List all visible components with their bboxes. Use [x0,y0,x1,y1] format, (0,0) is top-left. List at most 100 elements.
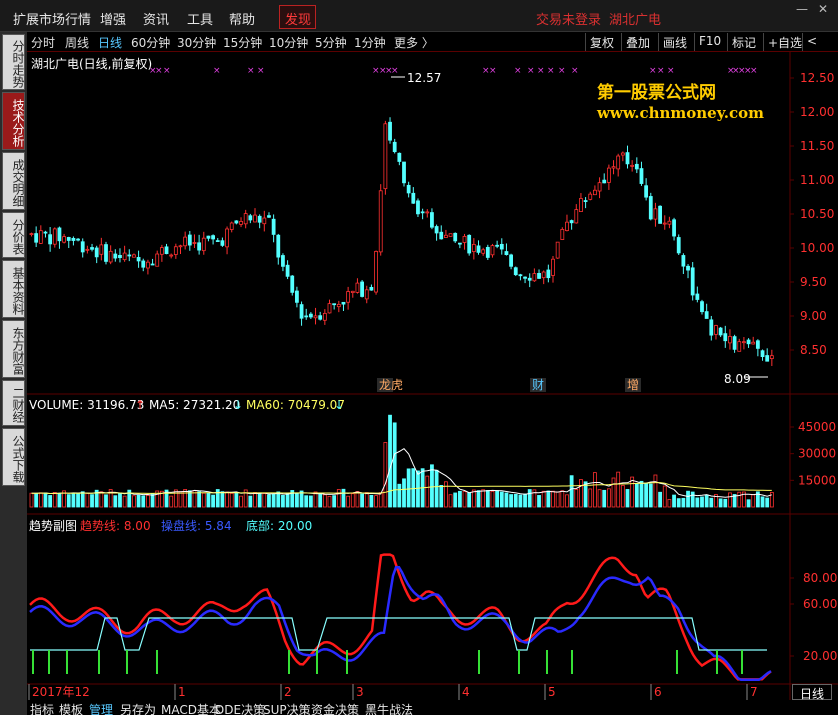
price-tick-label: 10.50 [800,207,834,221]
candle-down [318,315,323,320]
candle-down [648,196,653,220]
candle-down [453,232,458,242]
menu-item-news[interactable]: 资讯 [143,9,169,28]
candle-up [29,233,34,236]
candle-down [439,231,444,240]
side-tab-trades[interactable]: 成交明细 [2,152,25,210]
candle-up [653,208,658,220]
tab-template[interactable]: 模板 [59,701,83,715]
volume-bar-down [430,464,434,508]
menu-item-discover[interactable]: 发现 [285,9,311,28]
period-5min[interactable]: 5分钟 [315,34,347,51]
volume-bar-up [38,492,43,508]
volume-bar-down [90,494,94,508]
volume-tick-label: 45000 [798,420,836,434]
volume-bar-up [574,488,579,508]
candle-down [686,265,690,271]
side-tab-eastmoney[interactable]: 东方财富 [2,320,25,378]
candle-up [374,250,378,293]
candle-up [751,341,756,345]
collapse-button[interactable]: < [802,33,821,51]
adjust-button[interactable]: 复权 [585,33,618,51]
period-more[interactable]: 更多 〉 [394,34,434,51]
candle-down [434,226,439,234]
period-weekly[interactable]: 周线 [65,34,89,51]
side-tab-finance[interactable]: 二财经 [2,380,25,426]
volume-bar-up [336,489,341,508]
candle-up [52,228,57,245]
candle-up [588,193,593,200]
chart-title: 湖北广电(日线,前复权) [31,57,153,71]
volume-ma60-arrow: ↓ [334,398,345,412]
side-tab-price-table[interactable]: 分价表 [2,212,25,258]
volume-bar-down [248,495,253,508]
volume-bar-up [383,442,388,508]
candle-down [690,267,695,296]
menu-item-market[interactable]: 扩展市场行情 [13,9,91,28]
volume-bar-down [639,480,644,508]
candle-up [541,271,546,279]
mark-button[interactable]: 标记 [727,33,760,51]
side-tab-profile[interactable]: 基本资料 [2,260,25,318]
period-daily[interactable]: 日线 [98,34,122,51]
sub-indicator-name[interactable]: 趋势副图 [29,517,77,534]
event-marker: × [667,66,675,76]
candle-up [448,233,453,237]
candle-up [336,304,341,308]
side-tab-intraday[interactable]: 分时走势 [2,34,25,90]
candle-down [402,161,406,184]
period-30min[interactable]: 30分钟 [177,34,216,51]
volume-bar-down [499,491,504,508]
minimize-icon[interactable]: — [791,2,813,16]
volume-bar-down [360,493,364,508]
tab-save-as[interactable]: 另存为 [120,701,156,715]
login-status[interactable]: 交易未登录 [536,9,601,28]
add-watchlist-button[interactable]: +自选 [763,33,806,51]
stock-name-top: 湖北广电 [609,13,662,28]
period-10min[interactable]: 10分钟 [269,34,308,51]
stock-chart[interactable]: 12.50 12.00 11.50 11.00 10.50 10.00 9.50 9.00 8.… [27,52,838,701]
volume-bar-down [104,494,108,508]
period-60min[interactable]: 60分钟 [131,34,170,51]
price-tick-label: 10.00 [800,241,834,255]
menu-item-enhance[interactable]: 增强 [100,9,126,28]
period-intraday[interactable]: 分时 [31,34,55,51]
volume-bar-down [80,491,85,508]
side-tab-formula-download[interactable]: 公式下载 [2,428,25,486]
event-marker: × [155,66,163,76]
menu-item-help[interactable]: 帮助 [229,9,255,28]
side-tab-technical[interactable]: 技术分析 [2,92,25,150]
sub-tick-label: 20.00 [803,649,837,663]
candle-down [695,293,700,300]
tab-manage[interactable]: 管理 [89,701,113,715]
volume-bar-down [234,492,239,508]
candle-up [38,230,43,244]
f10-button[interactable]: F10 [694,33,725,51]
candlestick-series [29,117,774,367]
tab-black-bull[interactable]: 黑牛战法 [365,701,413,715]
draw-line-button[interactable]: 画线 [658,33,691,51]
period-1min[interactable]: 1分钟 [354,34,386,51]
tab-dde[interactable]: DDE决策 [215,701,265,715]
tab-macd[interactable]: MACD基本 [161,701,221,715]
tab-sup[interactable]: SUP决策 [263,701,311,715]
period-15min[interactable]: 15分钟 [223,34,262,51]
period-indicator[interactable]: 日线 [792,684,832,701]
menu-item-tools[interactable]: 工具 [187,9,213,28]
volume-up-arrow: ↑ [135,398,146,412]
close-icon[interactable]: ✕ [812,2,834,16]
volume-bar-down [197,491,202,508]
candle-up [229,222,234,230]
candle-up [606,167,611,183]
tab-fund[interactable]: 资金决策 [311,701,359,715]
overlay-button[interactable]: 叠加 [621,33,654,51]
volume-bar-up [52,492,57,508]
candle-down [66,237,71,241]
candle-down [709,319,714,336]
date-label: 2017年12 [32,685,90,699]
tab-indicator[interactable]: 指标 [30,701,54,715]
volume-bar-down [271,493,276,508]
candle-down [420,211,425,214]
volume-bar-down [648,483,653,508]
candle-down [388,121,392,141]
